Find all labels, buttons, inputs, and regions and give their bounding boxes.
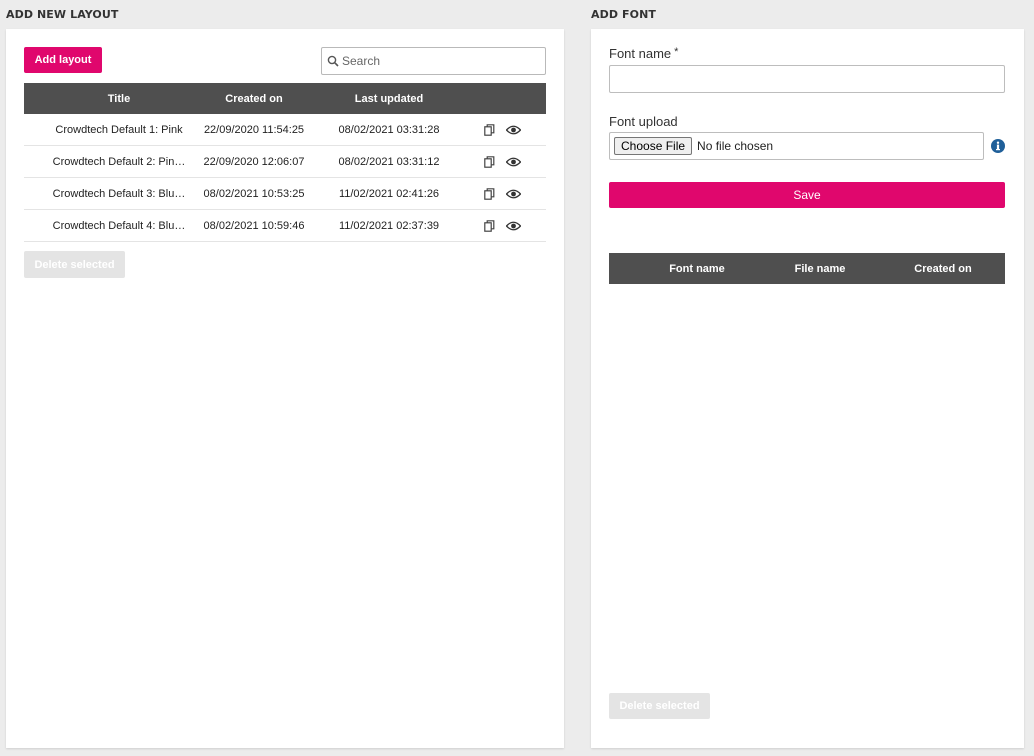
row-last-updated: 08/02/2021 03:31:28 [338,123,440,136]
font-name-input[interactable] [609,65,1005,93]
column-header-created-on[interactable]: Created on [189,83,319,114]
layouts-table-body: Crowdtech Default 1: Pink 22/09/2020 11:… [24,114,546,242]
delete-selected-fonts-button[interactable]: Delete selected [609,693,710,719]
fonts-table-header: Font name File name Created on [609,253,1005,284]
add-layout-button[interactable]: Add layout [24,47,102,73]
table-row[interactable]: Crowdtech Default 2: Pin… 22/09/2020 12:… [24,146,546,178]
choose-file-button[interactable]: Choose File [614,137,693,155]
copy-icon[interactable] [482,178,496,209]
table-row[interactable]: Crowdtech Default 3: Blu… 08/02/2021 10:… [24,178,546,210]
search-box[interactable] [321,47,546,75]
font-panel: Font name * Font upload Choose File No fi… [591,29,1024,748]
layouts-table-header: Title Created on Last updated [24,83,546,114]
layouts-section-title: ADD NEW LAYOUT [6,8,119,21]
search-icon [327,55,339,67]
table-row[interactable]: Crowdtech Default 4: Blu… 08/02/2021 10:… [24,210,546,242]
row-title[interactable]: Crowdtech Default 4: Blu… [24,210,214,241]
copy-icon[interactable] [482,210,496,241]
column-header-font-name[interactable]: Font name [647,253,747,284]
layouts-panel: Add layout Title Created on Last updated… [6,29,564,748]
eye-icon[interactable] [505,114,521,145]
row-title[interactable]: Crowdtech Default 3: Blu… [24,178,214,209]
row-last-updated: 11/02/2021 02:41:26 [338,187,440,200]
font-upload-label: Font upload [609,114,678,129]
save-button[interactable]: Save [609,182,1005,208]
row-created-on: 22/09/2020 11:54:25 [203,123,305,136]
info-icon[interactable] [991,139,1005,153]
copy-icon[interactable] [482,114,496,145]
column-header-title[interactable]: Title [24,83,214,114]
eye-icon[interactable] [505,178,521,209]
copy-icon[interactable] [482,146,496,177]
eye-icon[interactable] [505,210,521,241]
table-row[interactable]: Crowdtech Default 1: Pink 22/09/2020 11:… [24,114,546,146]
row-last-updated: 08/02/2021 03:31:12 [338,155,440,168]
eye-icon[interactable] [505,146,521,177]
font-name-label: Font name * [609,46,678,61]
column-header-last-updated[interactable]: Last updated [324,83,454,114]
column-header-created-on[interactable]: Created on [893,253,993,284]
font-name-label-text: Font name [609,46,672,61]
row-created-on: 22/09/2020 12:06:07 [203,155,305,168]
row-created-on: 08/02/2021 10:53:25 [203,187,305,200]
font-file-input[interactable]: Choose File No file chosen [609,132,984,160]
file-status-text: No file chosen [697,139,774,153]
delete-selected-layouts-button[interactable]: Delete selected [24,251,125,278]
row-title[interactable]: Crowdtech Default 1: Pink [24,114,214,145]
required-mark: * [674,46,679,58]
row-created-on: 08/02/2021 10:59:46 [203,219,305,232]
font-section-title: ADD FONT [591,8,656,21]
row-last-updated: 11/02/2021 02:37:39 [338,219,440,232]
column-header-file-name[interactable]: File name [770,253,870,284]
row-title[interactable]: Crowdtech Default 2: Pin… [24,146,214,177]
search-input[interactable] [342,54,532,68]
